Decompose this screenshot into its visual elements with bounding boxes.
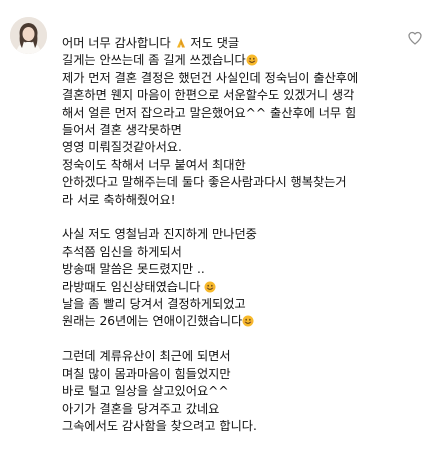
comment-text-segment: 들어서 결혼 생각못하면 <box>62 123 182 138</box>
comment-line: 라방때도 임신상태였습니다 <box>62 279 422 296</box>
comment-text-segment: 정숙이도 착해서 너무 붙여서 최대한 <box>62 157 246 172</box>
comment-text-segment: 바로 털고 일상을 살고있어요^^ <box>62 384 229 399</box>
comment-text-segment: 사실 저도 영철님과 진지하게 만나던중 <box>62 227 257 242</box>
comment-text-segment: 어머 너무 감사합니다 <box>62 36 175 50</box>
comment-line: 바로 털고 일상을 살고있어요^^ <box>62 383 422 400</box>
comment-text-segment: 아기가 결혼을 당겨주고 갔네요 <box>62 401 220 416</box>
comment-text-segment: 며칠 많이 몸과마음이 힘들었지만 <box>62 366 231 381</box>
comment-line: 날을 좀 빨리 당겨서 결정하게되었고 <box>62 296 422 313</box>
comment-line: 길게는 안쓰는데 좀 길게 쓰겠습니다 <box>62 52 422 69</box>
comment-text-segment: 결혼하면 웬지 마음이 한편으로 서운할수도 있겠거니 생각 <box>62 88 355 103</box>
comment-text-segment: 해서 얼른 먼저 잡으라고 말은했어요^^ 출산후에 너무 힘 <box>62 105 357 120</box>
comment-text-segment: 추석쯤 임신을 하게되서 <box>62 244 182 259</box>
comment-text-segment: 방송때 말씀은 못드렸지만 .. <box>62 262 205 277</box>
comment-line: 영영 미뤄질것같아서요. <box>62 139 422 156</box>
profile-photo-icon <box>10 17 47 54</box>
comment-line: 해서 얼른 먼저 잡으라고 말은했어요^^ 출산후에 너무 힘 <box>62 105 422 122</box>
comment-text-segment: 저도 댓글 <box>186 36 240 50</box>
comment-line: 며칠 많이 몸과마음이 힘들었지만 <box>62 366 422 383</box>
comment-text-segment: 원래는 26년에는 연애이긴했습니다 <box>62 314 243 329</box>
comment-line: 그속에서도 감사함을 찾으려고 합니다. <box>62 418 422 435</box>
comment-line: 그런데 계류유산이 최근에 되면서 <box>62 348 422 365</box>
comment-line: 사실 저도 영철님과 진지하게 만나던중 <box>62 226 422 243</box>
comment-text: 어머 너무 감사합니다 저도 댓글 길게는 안쓰는데 좀 길게 쓰겠습니다 제가 먼… <box>62 35 422 435</box>
comment-line: 결혼하면 웬지 마음이 한편으로 서운할수도 있겠거니 생각 <box>62 87 422 104</box>
comment-line: 들어서 결혼 생각못하면 <box>62 122 422 139</box>
comment-text-segment: 안하겠다고 말해주는데 둘다 좋은사람과다시 행복찾는거 <box>62 175 347 190</box>
smiling-face-emoji-icon <box>204 281 216 293</box>
smiling-face-emoji-icon <box>246 54 258 66</box>
comment-line: 원래는 26년에는 연애이긴했습니다 <box>62 313 422 330</box>
comment-line: 어머 너무 감사합니다 저도 댓글 <box>62 35 422 52</box>
avatar[interactable] <box>10 17 47 54</box>
comment-text-segment: 그런데 계류유산이 최근에 되면서 <box>62 349 231 364</box>
comment-line: 방송때 말씀은 못드렸지만 .. <box>62 261 422 278</box>
smiling-face-emoji-icon <box>242 315 254 327</box>
comment-line: 정숙이도 착해서 너무 붙여서 최대한 <box>62 157 422 174</box>
folded-hands-emoji-icon <box>175 37 187 49</box>
comment-text-segment: 제가 먼저 결혼 결정은 했던건 사실인데 정숙님이 출산후에 <box>62 70 359 85</box>
comment-text-segment: 영영 미뤄질것같아서요. <box>62 140 182 155</box>
comment-text-segment: 날을 좀 빨리 당겨서 결정하게되었고 <box>62 297 246 312</box>
comment-line: 안하겠다고 말해주는데 둘다 좋은사람과다시 행복찾는거 <box>62 174 422 191</box>
comment-text-segment: 라 서로 축하해줬어요! <box>62 192 176 207</box>
comment-text-segment: 라방때도 임신상태였습니다 <box>62 279 205 294</box>
comment-line: 라 서로 축하해줬어요! <box>62 192 422 209</box>
like-button[interactable] <box>407 30 423 46</box>
comment-line: 제가 먼저 결혼 결정은 했던건 사실인데 정숙님이 출산후에 <box>62 70 422 87</box>
comment-line: 아기가 결혼을 당겨주고 갔네요 <box>62 401 422 418</box>
comment-text-segment: 길게는 안쓰는데 좀 길게 쓰겠습니다 <box>62 53 246 68</box>
comment-item: 어머 너무 감사합니다 저도 댓글 길게는 안쓰는데 좀 길게 쓰겠습니다 제가 먼… <box>0 0 436 460</box>
comment-line: 추석쯤 임신을 하게되서 <box>62 244 422 261</box>
heart-outline-icon <box>408 31 422 45</box>
comment-text-segment: 그속에서도 감사함을 찾으려고 합니다. <box>62 418 257 433</box>
